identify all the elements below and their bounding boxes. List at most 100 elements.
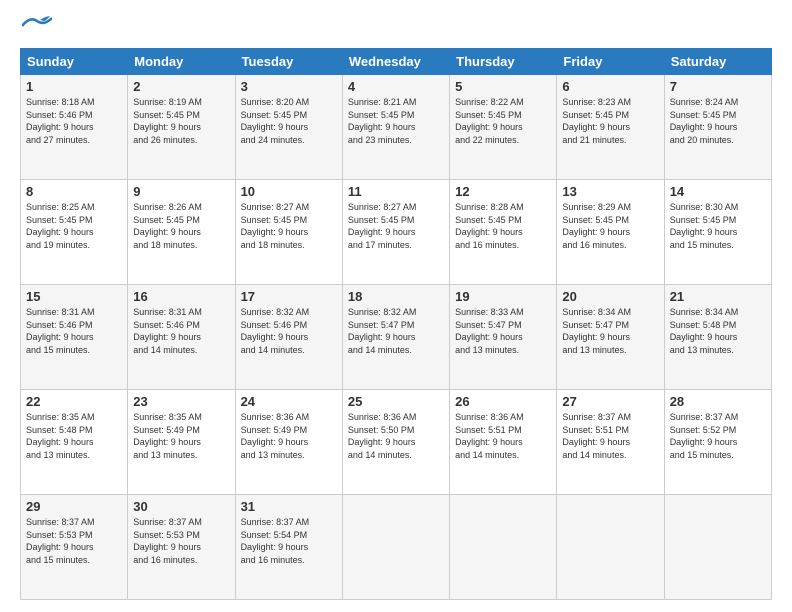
calendar-day-cell: 31 Sunrise: 8:37 AMSunset: 5:54 PMDayligh… xyxy=(235,495,342,600)
weekday-header: Wednesday xyxy=(342,49,449,75)
day-info: Sunrise: 8:24 AMSunset: 5:45 PMDaylight:… xyxy=(670,96,766,146)
calendar-day-cell: 7 Sunrise: 8:24 AMSunset: 5:45 PMDaylight… xyxy=(664,75,771,180)
calendar-table: SundayMondayTuesdayWednesdayThursdayFrid… xyxy=(20,48,772,600)
day-number: 3 xyxy=(241,79,337,94)
calendar-day-cell: 21 Sunrise: 8:34 AMSunset: 5:48 PMDayligh… xyxy=(664,285,771,390)
calendar-day-cell: 19 Sunrise: 8:33 AMSunset: 5:47 PMDayligh… xyxy=(450,285,557,390)
day-info: Sunrise: 8:20 AMSunset: 5:45 PMDaylight:… xyxy=(241,96,337,146)
day-info: Sunrise: 8:32 AMSunset: 5:46 PMDaylight:… xyxy=(241,306,337,356)
day-number: 21 xyxy=(670,289,766,304)
day-number: 20 xyxy=(562,289,658,304)
calendar-header-row: SundayMondayTuesdayWednesdayThursdayFrid… xyxy=(21,49,772,75)
day-info: Sunrise: 8:37 AMSunset: 5:52 PMDaylight:… xyxy=(670,411,766,461)
page: SundayMondayTuesdayWednesdayThursdayFrid… xyxy=(0,0,792,612)
calendar-day-cell: 23Sunrise: 8:35 AMSunset: 5:49 PMDayligh… xyxy=(128,390,235,495)
day-number: 1 xyxy=(26,79,122,94)
calendar-day-cell: 17 Sunrise: 8:32 AMSunset: 5:46 PMDayligh… xyxy=(235,285,342,390)
weekday-header: Friday xyxy=(557,49,664,75)
day-number: 29 xyxy=(26,499,122,514)
weekday-header: Monday xyxy=(128,49,235,75)
day-number: 28 xyxy=(670,394,766,409)
day-number: 6 xyxy=(562,79,658,94)
day-info: Sunrise: 8:37 AMSunset: 5:51 PMDaylight:… xyxy=(562,411,658,461)
day-number: 27 xyxy=(562,394,658,409)
day-number: 11 xyxy=(348,184,444,199)
day-info: Sunrise: 8:37 AMSunset: 5:53 PMDaylight:… xyxy=(133,516,229,566)
calendar-day-cell: 25Sunrise: 8:36 AMSunset: 5:50 PMDayligh… xyxy=(342,390,449,495)
day-info: Sunrise: 8:18 AMSunset: 5:46 PMDaylight:… xyxy=(26,96,122,146)
day-info: Sunrise: 8:36 AMSunset: 5:49 PMDaylight:… xyxy=(241,411,337,461)
calendar-day-cell: 11 Sunrise: 8:27 AMSunset: 5:45 PMDayligh… xyxy=(342,180,449,285)
day-number: 7 xyxy=(670,79,766,94)
calendar-day-cell xyxy=(664,495,771,600)
calendar-day-cell: 30 Sunrise: 8:37 AMSunset: 5:53 PMDayligh… xyxy=(128,495,235,600)
calendar-day-cell: 22 Sunrise: 8:35 AMSunset: 5:48 PMDayligh… xyxy=(21,390,128,495)
day-number: 10 xyxy=(241,184,337,199)
day-info: Sunrise: 8:27 AMSunset: 5:45 PMDaylight:… xyxy=(348,201,444,251)
day-info: Sunrise: 8:28 AMSunset: 5:45 PMDaylight:… xyxy=(455,201,551,251)
calendar-week-row: 15 Sunrise: 8:31 AMSunset: 5:46 PMDayligh… xyxy=(21,285,772,390)
day-info: Sunrise: 8:35 AMSunset: 5:48 PMDaylight:… xyxy=(26,411,122,461)
day-info: Sunrise: 8:32 AMSunset: 5:47 PMDaylight:… xyxy=(348,306,444,356)
day-number: 4 xyxy=(348,79,444,94)
calendar-day-cell: 5 Sunrise: 8:22 AMSunset: 5:45 PMDaylight… xyxy=(450,75,557,180)
day-info: Sunrise: 8:37 AMSunset: 5:53 PMDaylight:… xyxy=(26,516,122,566)
calendar-day-cell: 12 Sunrise: 8:28 AMSunset: 5:45 PMDayligh… xyxy=(450,180,557,285)
calendar-day-cell: 8 Sunrise: 8:25 AMSunset: 5:45 PMDaylight… xyxy=(21,180,128,285)
day-info: Sunrise: 8:26 AMSunset: 5:45 PMDaylight:… xyxy=(133,201,229,251)
day-info: Sunrise: 8:21 AMSunset: 5:45 PMDaylight:… xyxy=(348,96,444,146)
calendar-day-cell: 9 Sunrise: 8:26 AMSunset: 5:45 PMDaylight… xyxy=(128,180,235,285)
day-number: 17 xyxy=(241,289,337,304)
day-number: 14 xyxy=(670,184,766,199)
day-number: 8 xyxy=(26,184,122,199)
day-info: Sunrise: 8:33 AMSunset: 5:47 PMDaylight:… xyxy=(455,306,551,356)
calendar-day-cell: 14 Sunrise: 8:30 AMSunset: 5:45 PMDayligh… xyxy=(664,180,771,285)
day-info: Sunrise: 8:23 AMSunset: 5:45 PMDaylight:… xyxy=(562,96,658,146)
day-number: 16 xyxy=(133,289,229,304)
calendar-day-cell: 3 Sunrise: 8:20 AMSunset: 5:45 PMDaylight… xyxy=(235,75,342,180)
day-number: 30 xyxy=(133,499,229,514)
day-number: 2 xyxy=(133,79,229,94)
day-info: Sunrise: 8:25 AMSunset: 5:45 PMDaylight:… xyxy=(26,201,122,251)
day-info: Sunrise: 8:37 AMSunset: 5:54 PMDaylight:… xyxy=(241,516,337,566)
day-number: 19 xyxy=(455,289,551,304)
day-number: 22 xyxy=(26,394,122,409)
calendar-day-cell: 1 Sunrise: 8:18 AMSunset: 5:46 PMDaylight… xyxy=(21,75,128,180)
calendar-day-cell: 18 Sunrise: 8:32 AMSunset: 5:47 PMDayligh… xyxy=(342,285,449,390)
calendar-day-cell: 24 Sunrise: 8:36 AMSunset: 5:49 PMDayligh… xyxy=(235,390,342,495)
day-info: Sunrise: 8:34 AMSunset: 5:48 PMDaylight:… xyxy=(670,306,766,356)
calendar-day-cell: 27 Sunrise: 8:37 AMSunset: 5:51 PMDayligh… xyxy=(557,390,664,495)
calendar-day-cell: 10Sunrise: 8:27 AMSunset: 5:45 PMDayligh… xyxy=(235,180,342,285)
calendar-day-cell: 15 Sunrise: 8:31 AMSunset: 5:46 PMDayligh… xyxy=(21,285,128,390)
day-number: 24 xyxy=(241,394,337,409)
day-number: 5 xyxy=(455,79,551,94)
day-info: Sunrise: 8:31 AMSunset: 5:46 PMDaylight:… xyxy=(26,306,122,356)
day-info: Sunrise: 8:29 AMSunset: 5:45 PMDaylight:… xyxy=(562,201,658,251)
day-info: Sunrise: 8:19 AMSunset: 5:45 PMDaylight:… xyxy=(133,96,229,146)
weekday-header: Saturday xyxy=(664,49,771,75)
day-number: 12 xyxy=(455,184,551,199)
day-number: 15 xyxy=(26,289,122,304)
day-info: Sunrise: 8:34 AMSunset: 5:47 PMDaylight:… xyxy=(562,306,658,356)
day-number: 13 xyxy=(562,184,658,199)
day-number: 31 xyxy=(241,499,337,514)
day-number: 26 xyxy=(455,394,551,409)
calendar-day-cell xyxy=(342,495,449,600)
weekday-header: Thursday xyxy=(450,49,557,75)
calendar-day-cell: 6 Sunrise: 8:23 AMSunset: 5:45 PMDaylight… xyxy=(557,75,664,180)
calendar-week-row: 1 Sunrise: 8:18 AMSunset: 5:46 PMDaylight… xyxy=(21,75,772,180)
calendar-day-cell: 16Sunrise: 8:31 AMSunset: 5:46 PMDayligh… xyxy=(128,285,235,390)
day-info: Sunrise: 8:22 AMSunset: 5:45 PMDaylight:… xyxy=(455,96,551,146)
day-number: 18 xyxy=(348,289,444,304)
weekday-header: Sunday xyxy=(21,49,128,75)
day-info: Sunrise: 8:30 AMSunset: 5:45 PMDaylight:… xyxy=(670,201,766,251)
calendar-day-cell xyxy=(557,495,664,600)
day-info: Sunrise: 8:36 AMSunset: 5:51 PMDaylight:… xyxy=(455,411,551,461)
logo-bird-icon xyxy=(22,16,52,36)
day-number: 9 xyxy=(133,184,229,199)
calendar-week-row: 8 Sunrise: 8:25 AMSunset: 5:45 PMDaylight… xyxy=(21,180,772,285)
weekday-header: Tuesday xyxy=(235,49,342,75)
calendar-day-cell xyxy=(450,495,557,600)
calendar-day-cell: 29 Sunrise: 8:37 AMSunset: 5:53 PMDayligh… xyxy=(21,495,128,600)
day-number: 25 xyxy=(348,394,444,409)
